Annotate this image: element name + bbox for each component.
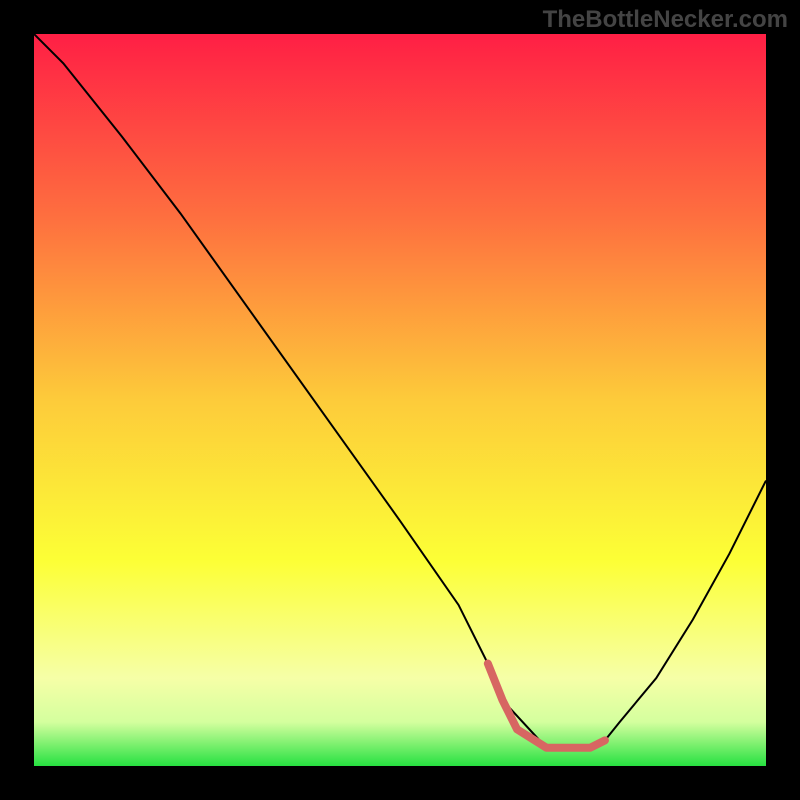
gradient-background bbox=[34, 34, 766, 766]
chart-root: TheBottleNecker.com bbox=[0, 0, 800, 800]
plot-area bbox=[34, 34, 766, 766]
chart-svg bbox=[34, 34, 766, 766]
watermark-label: TheBottleNecker.com bbox=[543, 6, 788, 34]
